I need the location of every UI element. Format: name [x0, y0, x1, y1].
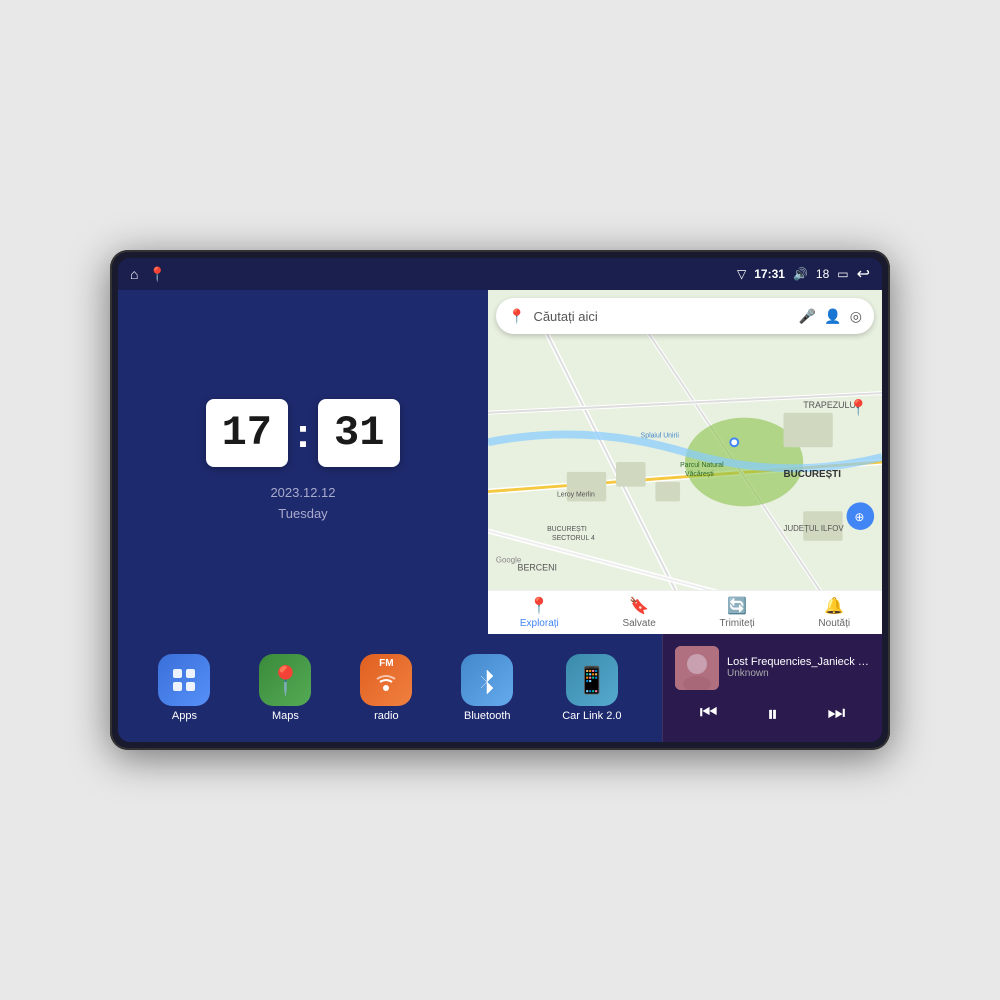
app-item-maps[interactable]: 📍 Maps — [259, 654, 311, 722]
maps-icon-wrap: 📍 — [259, 654, 311, 706]
music-artist: Unknown — [727, 668, 870, 679]
map-bottom-nav: 📍 Explorați 🔖 Salvate 🔄 Trimiteți � — [488, 590, 882, 634]
apps-grid-icon — [170, 666, 198, 694]
svg-text:Parcul Natural: Parcul Natural — [680, 462, 724, 469]
svg-text:Leroy Merlin: Leroy Merlin — [557, 491, 595, 498]
music-controls: ⏮ ⏸ ⏭ — [675, 697, 870, 731]
map-nav-explore-label: Explorați — [520, 618, 559, 629]
map-nav-saved-label: Salvate — [622, 618, 655, 629]
music-text: Lost Frequencies_Janieck Devy-... Unknow… — [727, 656, 870, 679]
carlink-label: Car Link 2.0 — [562, 710, 621, 722]
svg-text:BUCUREȘTI: BUCUREȘTI — [547, 526, 587, 533]
svg-text:Splaiul Unirii: Splaiul Unirii — [641, 432, 680, 439]
map-panel[interactable]: TRAPEZULUI BUCUREȘTI JUDEȚUL ILFOV BERCE… — [488, 290, 882, 634]
bluetooth-label: Bluetooth — [464, 710, 510, 722]
music-next-button[interactable]: ⏭ — [823, 698, 849, 729]
share-icon: 🔄 — [727, 596, 747, 616]
map-nav-explore[interactable]: 📍 Explorați — [520, 596, 559, 629]
radio-icon-wrap: FM — [360, 654, 412, 706]
svg-text:⊕: ⊕ — [854, 510, 864, 524]
clock-minute: 31 — [318, 399, 400, 467]
apps-row: Apps 📍 Maps FM — [118, 634, 662, 742]
status-bar: ⌂ 📍 ▽ 17:31 🔊 18 ▭ ↩ — [118, 258, 882, 290]
saved-icon: 🔖 — [629, 596, 649, 616]
map-search-input[interactable]: Căutați aici — [533, 309, 790, 324]
bottom-section: Apps 📍 Maps FM — [118, 634, 882, 742]
fm-badge: FM — [379, 658, 393, 669]
svg-text:BERCENI: BERCENI — [518, 562, 557, 572]
map-nav-share[interactable]: 🔄 Trimiteți — [720, 596, 755, 629]
music-play-button[interactable]: ⏸ — [763, 697, 782, 731]
svg-text:Google: Google — [496, 555, 522, 564]
main-content: 17 : 31 2023.12.12 Tuesday — [118, 290, 882, 742]
bluetooth-icon — [475, 666, 499, 694]
apps-label: Apps — [172, 710, 197, 722]
maps-app-icon: 📍 — [268, 664, 303, 697]
map-nav-saved[interactable]: 🔖 Salvate — [622, 596, 655, 629]
battery-level: 18 — [816, 267, 829, 281]
map-nav-share-label: Trimiteți — [720, 618, 755, 629]
maps-label: Maps — [272, 710, 299, 722]
battery-icon: ▭ — [837, 267, 848, 281]
clock-colon: : — [296, 409, 310, 457]
music-album-art — [675, 646, 719, 690]
music-prev-button[interactable]: ⏮ — [696, 698, 722, 729]
clock-hour: 17 — [206, 399, 288, 467]
top-section: 17 : 31 2023.12.12 Tuesday — [118, 290, 882, 634]
news-icon: 🔔 — [824, 596, 844, 616]
layers-icon[interactable]: ◎ — [850, 308, 862, 325]
home-icon[interactable]: ⌂ — [130, 266, 138, 282]
svg-text:JUDEȚUL ILFOV: JUDEȚUL ILFOV — [784, 524, 845, 533]
volume-icon: 🔊 — [793, 267, 808, 281]
maps-logo-icon: 📍 — [508, 308, 525, 325]
clock-date: 2023.12.12 Tuesday — [270, 483, 335, 525]
maps-status-icon[interactable]: 📍 — [148, 266, 165, 283]
voice-search-icon[interactable]: 🎤 — [799, 308, 816, 325]
status-left-icons: ⌂ 📍 — [130, 266, 166, 283]
radio-label: radio — [374, 710, 398, 722]
radio-waves-icon — [372, 670, 400, 698]
explore-icon: 📍 — [529, 596, 549, 616]
app-item-carlink[interactable]: 📱 Car Link 2.0 — [562, 654, 621, 722]
music-panel: Lost Frequencies_Janieck Devy-... Unknow… — [662, 634, 882, 742]
map-nav-news[interactable]: 🔔 Noutăți — [818, 596, 850, 629]
svg-text:📍: 📍 — [849, 398, 869, 417]
app-item-radio[interactable]: FM radio — [360, 654, 412, 722]
signal-icon: ▽ — [737, 267, 746, 281]
carlink-app-icon: 📱 — [576, 665, 608, 696]
map-nav-news-label: Noutăți — [818, 618, 850, 629]
music-info-row: Lost Frequencies_Janieck Devy-... Unknow… — [675, 646, 870, 690]
clock-panel: 17 : 31 2023.12.12 Tuesday — [118, 290, 488, 634]
bluetooth-icon-wrap — [461, 654, 513, 706]
car-head-unit: ⌂ 📍 ▽ 17:31 🔊 18 ▭ ↩ 17 : — [110, 250, 890, 750]
carlink-icon-wrap: 📱 — [566, 654, 618, 706]
account-icon[interactable]: 👤 — [824, 308, 841, 325]
status-right: ▽ 17:31 🔊 18 ▭ ↩ — [737, 264, 870, 284]
status-time: 17:31 — [754, 267, 785, 281]
clock-display: 17 : 31 — [206, 399, 401, 467]
svg-text:SECTORUL 4: SECTORUL 4 — [552, 535, 595, 542]
svg-text:Văcărești: Văcărești — [685, 471, 714, 478]
apps-icon-wrap — [158, 654, 210, 706]
device-screen: ⌂ 📍 ▽ 17:31 🔊 18 ▭ ↩ 17 : — [118, 258, 882, 742]
map-search-actions: 🎤 👤 ◎ — [799, 308, 862, 325]
music-title: Lost Frequencies_Janieck Devy-... — [727, 656, 870, 668]
svg-text:BUCUREȘTI: BUCUREȘTI — [784, 469, 842, 480]
map-search-bar[interactable]: 📍 Căutați aici 🎤 👤 ◎ — [496, 298, 874, 334]
back-icon[interactable]: ↩ — [857, 264, 870, 284]
app-item-bluetooth[interactable]: Bluetooth — [461, 654, 513, 722]
app-item-apps[interactable]: Apps — [158, 654, 210, 722]
